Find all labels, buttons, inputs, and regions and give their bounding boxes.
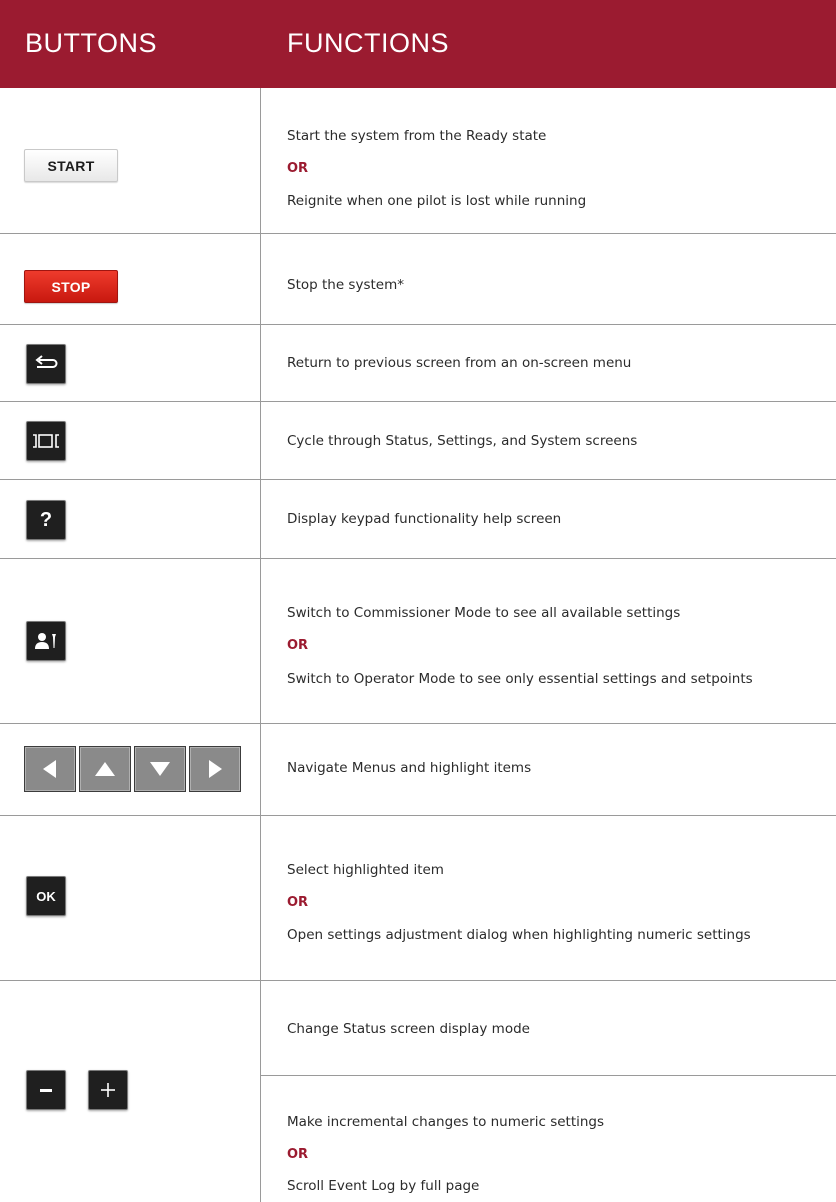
functions-column-header: FUNCTIONS: [287, 28, 449, 58]
stop-button: STOP: [24, 270, 118, 303]
back-arrow-icon: [26, 344, 66, 384]
navigate-function-line: Navigate Menus and highlight items: [287, 760, 532, 776]
row-divider: [0, 558, 836, 559]
row-divider: [0, 980, 836, 981]
buttons-column-header: BUTTONS: [25, 28, 158, 58]
or-label: OR: [287, 1147, 309, 1162]
row-subdivider: [261, 1075, 836, 1076]
down-arrow-icon: [134, 746, 186, 792]
minus-plus-function-line: Change Status screen display mode: [287, 1021, 530, 1037]
column-divider: [260, 88, 261, 1202]
row-divider: [0, 233, 836, 234]
cycle-function-line: Cycle through Status, Settings, and Syst…: [287, 433, 638, 449]
stop-function-line: Stop the system*: [287, 277, 404, 293]
row-divider: [0, 324, 836, 325]
row-divider: [0, 815, 836, 816]
row-divider: [0, 723, 836, 724]
minus-plus-function-line: Scroll Event Log by full page: [287, 1178, 480, 1194]
or-label: OR: [287, 895, 309, 910]
left-arrow-icon: [24, 746, 76, 792]
mode-function-line: Switch to Commissioner Mode to see all a…: [287, 605, 681, 621]
or-label: OR: [287, 161, 309, 176]
row-divider: [0, 479, 836, 480]
start-function-line: Start the system from the Ready state: [287, 128, 547, 144]
ok-button: OK: [26, 876, 66, 916]
minus-icon: [26, 1070, 66, 1110]
help-icon: ?: [26, 500, 66, 540]
ok-function-line: Select highlighted item: [287, 862, 444, 878]
start-function-line: Reignite when one pilot is lost while ru…: [287, 193, 587, 209]
user-mode-icon: [26, 621, 66, 661]
up-arrow-icon: [79, 746, 131, 792]
minus-plus-function-line: Make incremental changes to numeric sett…: [287, 1114, 605, 1130]
right-arrow-icon: [189, 746, 241, 792]
mode-function-line: Switch to Operator Mode to see only esse…: [287, 671, 753, 687]
row-divider: [0, 401, 836, 402]
table-header: BUTTONS FUNCTIONS: [0, 0, 836, 88]
ok-function-line: Open settings adjustment dialog when hig…: [287, 927, 751, 943]
start-button: START: [24, 149, 118, 182]
plus-icon: [88, 1070, 128, 1110]
arrow-keys: [24, 746, 241, 792]
help-function-line: Display keypad functionality help screen: [287, 511, 562, 527]
or-label: OR: [287, 638, 309, 653]
back-function-line: Return to previous screen from an on-scr…: [287, 355, 632, 371]
cycle-screens-icon: [26, 421, 66, 461]
